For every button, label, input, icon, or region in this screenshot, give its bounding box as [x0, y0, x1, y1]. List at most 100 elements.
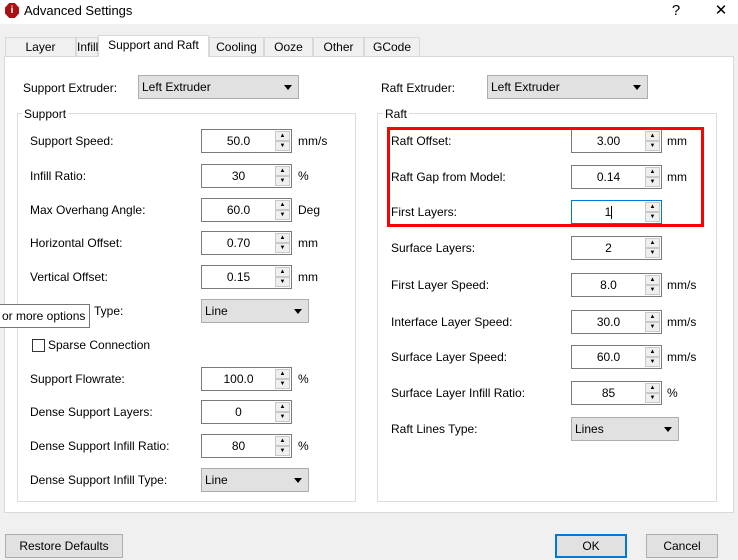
spin-up-icon[interactable]: ▲: [275, 267, 290, 277]
tab-layer[interactable]: Layer: [5, 37, 76, 56]
value-text: 8.0: [600, 278, 617, 292]
tab-gcode[interactable]: GCode: [364, 37, 420, 56]
surface-layer-speed-spinbox[interactable]: 60.0 ▲ ▼: [571, 345, 662, 369]
spin-down-icon[interactable]: ▼: [275, 446, 290, 456]
spin-down-icon[interactable]: ▼: [275, 210, 290, 220]
horizontal-offset-label: Horizontal Offset:: [30, 236, 123, 250]
support-flowrate-unit: %: [298, 372, 309, 386]
dense-support-layers-spinbox[interactable]: 0 ▲ ▼: [201, 400, 292, 424]
spin-down-icon[interactable]: ▼: [275, 141, 290, 151]
dense-support-infill-ratio-value[interactable]: 80: [202, 435, 275, 457]
dense-support-infill-ratio-spinbox[interactable]: 80 ▲ ▼: [201, 434, 292, 458]
spin-up-icon[interactable]: ▲: [275, 436, 290, 446]
spin-up-icon[interactable]: ▲: [645, 347, 660, 357]
spin-down-icon[interactable]: ▼: [275, 379, 290, 389]
interface-layer-speed-label: Interface Layer Speed:: [391, 315, 513, 329]
interface-layer-speed-spinbox[interactable]: 30.0 ▲ ▼: [571, 310, 662, 334]
max-overhang-angle-label: Max Overhang Angle:: [30, 203, 146, 217]
dense-support-layers-label: Dense Support Layers:: [30, 405, 153, 419]
dense-support-infill-type-select[interactable]: Line: [201, 468, 309, 492]
value-text: 80: [231, 439, 246, 453]
spin-up-icon[interactable]: ▲: [645, 275, 660, 285]
type-label: Type:: [94, 304, 124, 318]
surface-layer-infill-ratio-value[interactable]: 85: [572, 382, 645, 404]
support-flowrate-value[interactable]: 100.0: [202, 368, 275, 390]
spin-up-icon[interactable]: ▲: [275, 166, 290, 176]
spin-down-icon[interactable]: ▼: [645, 285, 660, 295]
horizontal-offset-spinbox[interactable]: 0.70 ▲ ▼: [201, 231, 292, 255]
value-text: 50.0: [226, 134, 251, 148]
spin-down-icon[interactable]: ▼: [275, 277, 290, 287]
spin-up-icon[interactable]: ▲: [275, 402, 290, 412]
raft-lines-type-label: Raft Lines Type:: [391, 422, 478, 436]
support-speed-value[interactable]: 50.0: [202, 130, 275, 152]
first-layer-speed-spinbox[interactable]: 8.0 ▲ ▼: [571, 273, 662, 297]
support-extruder-select[interactable]: Left Extruder: [138, 75, 299, 99]
support-speed-unit: mm/s: [298, 134, 328, 148]
tooltip: or more options: [0, 304, 90, 328]
surface-layer-infill-ratio-spinbox[interactable]: 85 ▲ ▼: [571, 381, 662, 405]
vertical-offset-spinbox[interactable]: 0.15 ▲ ▼: [201, 265, 292, 289]
tab-cooling[interactable]: Cooling: [209, 37, 264, 56]
spin-up-icon[interactable]: ▲: [645, 383, 660, 393]
restore-defaults-button[interactable]: Restore Defaults: [5, 534, 123, 558]
value-text: 60.0: [596, 350, 621, 364]
chevron-down-icon: [664, 427, 672, 432]
raft-lines-type-select[interactable]: Lines: [571, 417, 679, 441]
max-overhang-angle-unit: Deg: [298, 203, 321, 217]
spin-up-icon[interactable]: ▲: [645, 238, 660, 248]
value-text: 2: [605, 241, 612, 255]
spin-down-icon[interactable]: ▼: [275, 243, 290, 253]
spin-up-icon[interactable]: ▲: [645, 312, 660, 322]
close-button[interactable]: ✕: [709, 1, 733, 21]
support-speed-spinbox[interactable]: 50.0 ▲ ▼: [201, 129, 292, 153]
first-layer-speed-value[interactable]: 8.0: [572, 274, 645, 296]
support-group-title: Support: [22, 107, 69, 121]
select-value: Lines: [575, 422, 604, 436]
value-text: 0.70: [226, 236, 251, 250]
raft-extruder-value: Left Extruder: [491, 80, 560, 94]
infill-ratio-value[interactable]: 30: [202, 165, 275, 187]
cancel-button[interactable]: Cancel: [646, 534, 718, 558]
tab-ooze[interactable]: Ooze: [264, 37, 313, 56]
raft-extruder-label: Raft Extruder:: [381, 81, 456, 95]
spin-down-icon[interactable]: ▼: [275, 176, 290, 186]
dense-support-layers-value[interactable]: 0: [202, 401, 275, 423]
surface-layer-speed-value[interactable]: 60.0: [572, 346, 645, 368]
spin-down-icon[interactable]: ▼: [645, 357, 660, 367]
surface-layers-value[interactable]: 2: [572, 237, 645, 259]
tab-other[interactable]: Other: [313, 37, 364, 56]
spin-up-icon[interactable]: ▲: [275, 200, 290, 210]
max-overhang-angle-spinbox[interactable]: 60.0 ▲ ▼: [201, 198, 292, 222]
type-select[interactable]: Line: [201, 299, 309, 323]
spin-up-icon[interactable]: ▲: [275, 369, 290, 379]
vertical-offset-value[interactable]: 0.15: [202, 266, 275, 288]
surface-layers-spinbox[interactable]: 2 ▲ ▼: [571, 236, 662, 260]
raft-group-title: Raft: [383, 107, 410, 121]
first-layer-speed-unit: mm/s: [667, 278, 697, 292]
spin-down-icon[interactable]: ▼: [645, 322, 660, 332]
interface-layer-speed-value[interactable]: 30.0: [572, 311, 645, 333]
ok-button[interactable]: OK: [555, 534, 627, 558]
spin-down-icon[interactable]: ▼: [645, 393, 660, 403]
help-button[interactable]: ?: [664, 1, 688, 21]
support-flowrate-spinbox[interactable]: 100.0 ▲ ▼: [201, 367, 292, 391]
spin-down-icon[interactable]: ▼: [645, 248, 660, 258]
dense-support-infill-ratio-unit: %: [298, 439, 309, 453]
horizontal-offset-value[interactable]: 0.70: [202, 232, 275, 254]
infill-ratio-spinbox[interactable]: 30 ▲ ▼: [201, 164, 292, 188]
surface-layer-infill-ratio-unit: %: [667, 386, 678, 400]
surface-layer-speed-unit: mm/s: [667, 350, 697, 364]
spin-down-icon[interactable]: ▼: [275, 412, 290, 422]
surface-layers-label: Surface Layers:: [391, 241, 476, 255]
max-overhang-angle-value[interactable]: 60.0: [202, 199, 275, 221]
value-text: 100.0: [223, 372, 254, 386]
tab-infill[interactable]: Infill: [76, 37, 98, 56]
sparse-connection-checkbox[interactable]: [32, 339, 45, 352]
tab-support-and-raft[interactable]: Support and Raft: [98, 35, 209, 57]
chevron-down-icon: [294, 478, 302, 483]
spin-up-icon[interactable]: ▲: [275, 233, 290, 243]
raft-extruder-select[interactable]: Left Extruder: [487, 75, 648, 99]
horizontal-offset-unit: mm: [298, 236, 318, 250]
spin-up-icon[interactable]: ▲: [275, 131, 290, 141]
